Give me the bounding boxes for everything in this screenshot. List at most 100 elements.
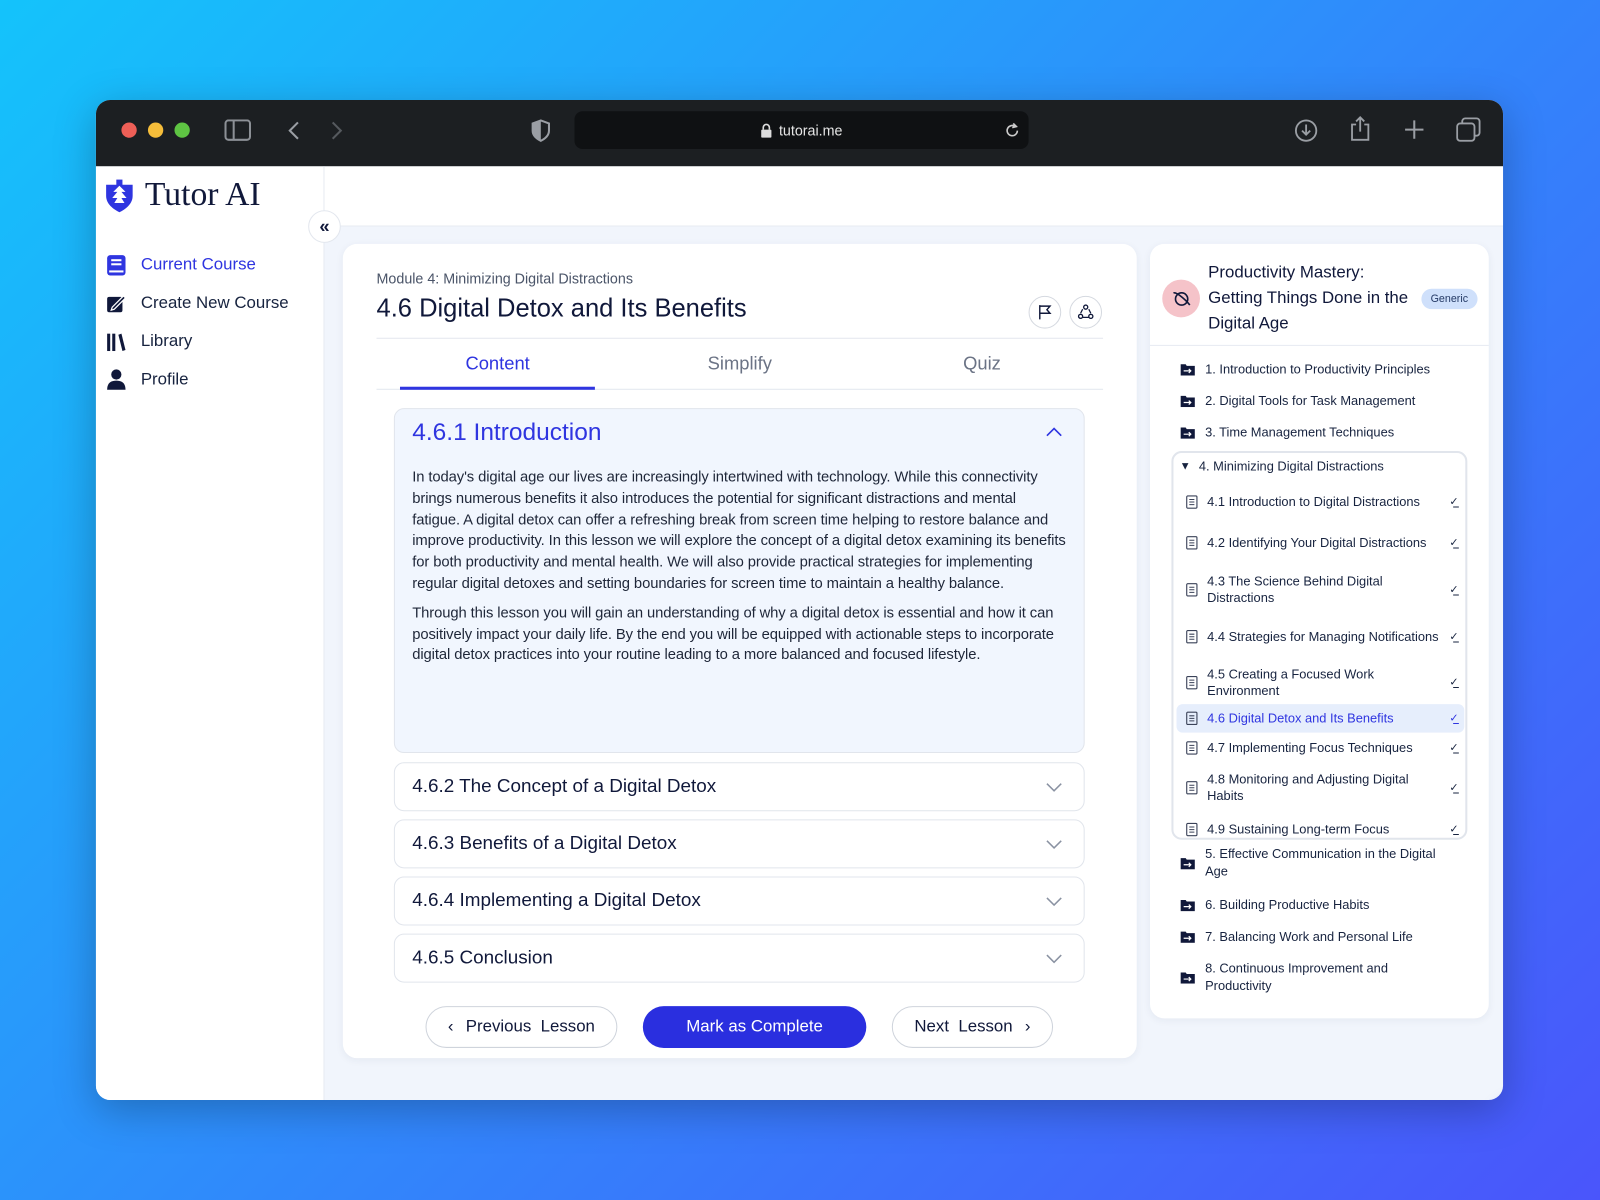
folder-arrow-icon [1180,900,1195,912]
check-icon: ✓̲ [1449,823,1459,836]
back-icon[interactable] [287,120,301,140]
sidebar-item-profile[interactable]: Profile [106,361,289,399]
lesson-item[interactable]: 4.4 Strategies for Managing Notification… [1177,616,1465,657]
module-item-4[interactable]: ▼ 4. Minimizing Digital Distractions [1180,459,1384,473]
document-icon [1186,583,1198,597]
lesson-label: 4.3 The Science Behind Digital Distracti… [1207,573,1383,606]
lesson-item[interactable]: 4.6 Digital Detox and Its Benefits ✓̲ [1176,704,1465,733]
double-chevron-left-icon: « [319,215,330,237]
module-label: 3. Time Management Techniques [1205,425,1395,440]
lesson-item[interactable]: 4.5 Creating a Focused Work Environment ✓… [1177,662,1465,703]
folder-arrow-icon [1180,971,1195,984]
course-icon [1162,279,1200,318]
mark-complete-button[interactable]: Mark as Complete [642,1006,867,1048]
module-item-2[interactable]: 2. Digital Tools for Task Management [1180,393,1457,410]
folder-arrow-icon [1180,364,1195,376]
sidebar-item-label: Profile [140,370,189,389]
lesson-label: 4.2 Identifying Your Digital Distraction… [1207,535,1427,550]
chevron-up-icon[interactable] [1045,423,1063,441]
ai-assistant-button[interactable] [1490,1093,1504,1100]
address-bar[interactable]: tutorai.me [574,111,1029,149]
minimize-window-button[interactable] [147,122,164,138]
module-label: 8. Continuous Improvement and Productivi… [1205,961,1388,993]
section-concept[interactable]: 4.6.2 The Concept of a Digital Detox [393,762,1085,812]
browser-toolbar: tutorai.me [95,99,1504,167]
document-icon [1186,495,1198,509]
document-icon [1186,822,1198,837]
course-outline-card: Productivity Mastery: Getting Things Don… [1149,243,1489,1019]
section-benefits[interactable]: 4.6.3 Benefits of a Digital Detox [393,819,1085,869]
previous-lesson-button[interactable]: ‹ Previous Lesson [425,1006,618,1048]
share-icon[interactable] [1349,115,1371,142]
tutor-ai-shield-icon [106,179,133,212]
next-lesson-button[interactable]: Next Lesson › [891,1006,1054,1048]
top-header [324,166,1504,227]
chevron-down-icon [1046,897,1062,907]
button-label: Next Lesson [914,1017,1013,1036]
sidebar-item-label: Current Course [140,255,256,274]
edit-icon [107,295,127,313]
app-name: Tutor AI [144,176,261,214]
course-header: Productivity Mastery: Getting Things Don… [1149,244,1489,346]
module-item-6[interactable]: 6. Building Productive Habits [1180,897,1457,914]
lesson-label: 4.5 Creating a Focused Work Environment [1207,666,1375,698]
forward-icon[interactable] [330,120,344,140]
tab-content[interactable]: Content [377,339,619,390]
check-icon: ✓̲ [1449,583,1459,596]
module-item-8[interactable]: 8. Continuous Improvement and Productivi… [1180,960,1457,994]
paragraph: Through this lesson you will gain an und… [412,604,1054,664]
button-label: Previous Lesson [465,1017,595,1036]
document-icon [1186,781,1198,795]
section-introduction: 4.6.1 Introduction In today's digital ag… [393,408,1085,754]
section-implementing[interactable]: 4.6.4 Implementing a Digital Detox [393,876,1085,926]
module-item-3[interactable]: 3. Time Management Techniques [1180,424,1457,441]
share-lesson-button[interactable] [1069,295,1103,329]
section-body: In today's digital age our lives are inc… [412,467,1066,674]
close-window-button[interactable] [121,122,137,138]
sidebar-item-library[interactable]: Library [106,322,289,360]
section-conclusion[interactable]: 4.6.5 Conclusion [393,933,1085,983]
lesson-label: 4.8 Monitoring and Adjusting Digital Hab… [1207,771,1409,804]
collapse-sidebar-button[interactable]: « [308,210,341,243]
section-title[interactable]: 4.6.1 Introduction [412,418,601,447]
reload-icon[interactable] [1004,121,1020,139]
lesson-item[interactable]: 4.2 Identifying Your Digital Distraction… [1177,522,1465,563]
check-icon: ✓̲ [1449,711,1459,725]
tab-simplify[interactable]: Simplify [619,339,861,389]
planet-icon [1172,291,1190,306]
module-item-1[interactable]: 1. Introduction to Productivity Principl… [1180,361,1457,378]
library-icon [107,333,126,351]
sidebar-item-label: Create New Course [140,293,289,312]
chevron-down-icon [1046,954,1062,964]
lesson-item[interactable]: 4.3 The Science Behind Digital Distracti… [1177,569,1465,610]
document-icon [1186,711,1198,726]
download-icon[interactable] [1294,118,1318,142]
lesson-item[interactable]: 4.7 Implementing Focus Techniques ✓̲ [1177,734,1465,763]
browser-window: tutorai.me Tutor AI Current Course Creat… [95,99,1504,1100]
shield-privacy-icon[interactable] [531,118,551,142]
report-button[interactable] [1028,295,1062,329]
document-icon [1186,630,1198,644]
lesson-item[interactable]: 4.9 Sustaining Long-term Focus ✓̲ [1177,815,1465,844]
module-label: 7. Balancing Work and Personal Life [1205,929,1413,944]
maximize-window-button[interactable] [174,122,190,138]
sidebar-item-create-new-course[interactable]: Create New Course [106,284,289,322]
tabs-overview-icon[interactable] [1456,117,1481,142]
tab-quiz[interactable]: Quiz [861,339,1103,389]
lesson-tabs: Content Simplify Quiz [376,337,1104,390]
lesson-item[interactable]: 4.1 Introduction to Digital Distractions… [1177,489,1465,516]
module-label: 5. Effective Communication in the Digita… [1205,846,1436,879]
lesson-item[interactable]: 4.8 Monitoring and Adjusting Digital Hab… [1177,767,1465,808]
sidebar-item-current-course[interactable]: Current Course [106,246,289,284]
new-tab-icon[interactable] [1404,119,1424,139]
document-icon [1186,675,1198,690]
course-title: Productivity Mastery: Getting Things Don… [1208,263,1409,333]
module-label: 1. Introduction to Productivity Principl… [1205,362,1431,377]
app-logo[interactable]: Tutor AI [104,177,261,215]
check-icon: ✓̲ [1449,536,1459,549]
sidebar-toggle-icon[interactable] [224,119,252,141]
section-title: 4.6.5 Conclusion [412,945,553,968]
lesson-title: 4.6 Digital Detox and Its Benefits [376,293,747,323]
module-item-5[interactable]: 5. Effective Communication in the Digita… [1180,846,1457,880]
module-item-7[interactable]: 7. Balancing Work and Personal Life [1180,929,1457,946]
